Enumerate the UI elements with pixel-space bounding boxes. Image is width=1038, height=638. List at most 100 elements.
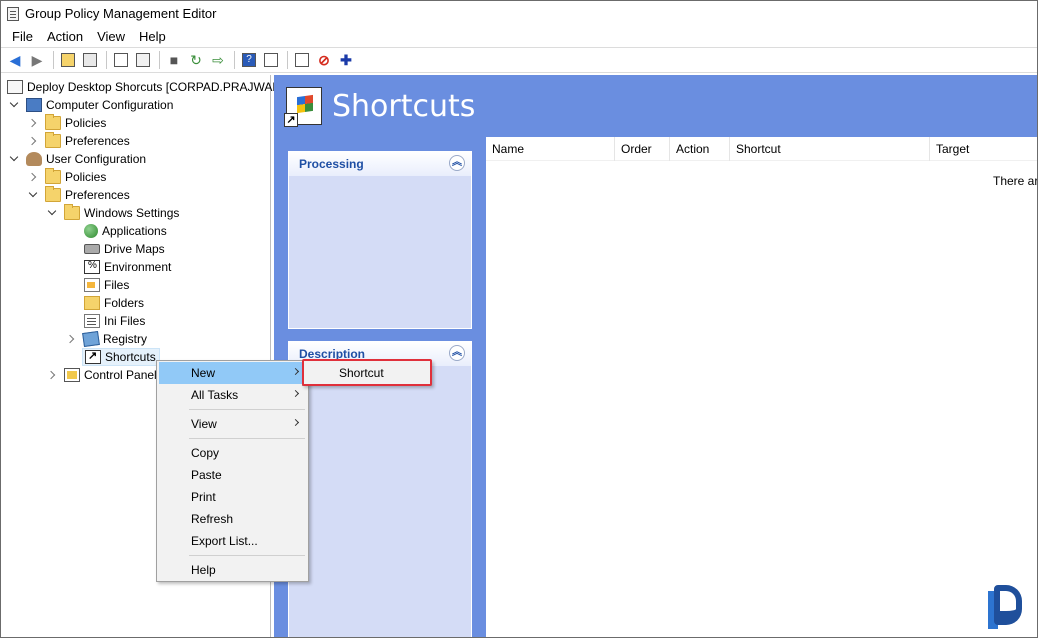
tree-uc-preferences[interactable]: Preferences [29,186,130,204]
context-menu-new[interactable]: New [159,362,306,384]
submenu-arrow-icon [291,418,300,427]
tree-ini-files[interactable]: Ini Files [84,312,145,330]
paste-icon[interactable] [133,50,153,70]
new-submenu: Shortcut [302,360,432,386]
column-header-shortcut[interactable]: Shortcut [730,137,930,161]
tree-label: Policies [65,116,107,130]
column-header-target[interactable]: Target [930,137,1037,161]
add-icon[interactable]: ✚ [336,50,356,70]
copy-icon[interactable] [111,50,131,70]
tree-folders[interactable]: Folders [84,294,144,312]
processing-panel-header[interactable]: Processing ︽ [289,152,471,176]
expander-closed-icon[interactable] [48,370,58,380]
tree-label: Drive Maps [104,242,165,256]
files-icon [84,278,100,292]
tree-computer-configuration[interactable]: Computer Configuration [10,96,173,114]
processing-panel: Processing ︽ [288,151,472,329]
context-menu-label: Paste [191,468,222,482]
submenu-arrow-icon [291,367,300,376]
tree-cc-policies[interactable]: Policies [29,114,106,132]
window-title: Group Policy Management Editor [25,6,217,21]
print-icon[interactable]: ■ [164,50,184,70]
tree-label: Folders [104,296,145,310]
app-icon [7,6,19,21]
expander-closed-icon[interactable] [67,334,77,344]
column-header-order[interactable]: Order [615,137,670,161]
submenu-shortcut[interactable]: Shortcut [305,363,429,383]
collapse-chevron-icon[interactable]: ︽ [449,155,465,171]
menu-bar: File Action View Help [1,26,1037,46]
stop-icon[interactable]: ⊘ [314,50,334,70]
show-hide-tree-icon[interactable] [80,50,100,70]
expander-closed-icon[interactable] [29,172,39,182]
forward-arrow-icon[interactable]: ▶ [27,50,47,70]
context-menu-all-tasks[interactable]: All Tasks [159,384,306,406]
menu-action[interactable]: Action [40,29,90,44]
column-header-name[interactable]: Name [486,137,615,161]
context-menu-copy[interactable]: Copy [159,442,306,464]
tree-registry[interactable]: Registry [67,330,147,348]
environment-icon [84,260,100,274]
expander-closed-icon[interactable] [29,118,39,128]
tree-label: Preferences [65,188,130,202]
tree-environment[interactable]: Environment [84,258,171,276]
new-item-icon[interactable] [292,50,312,70]
tree-label: Windows Settings [84,206,180,220]
refresh-icon[interactable]: ↻ [186,50,206,70]
menu-view[interactable]: View [90,29,132,44]
tree-drive-maps[interactable]: Drive Maps [84,240,165,258]
back-arrow-icon[interactable]: ◀ [5,50,25,70]
context-menu-label: New [191,366,216,380]
collapse-chevron-icon[interactable]: ︽ [449,345,465,361]
title-bar: Group Policy Management Editor [1,1,1037,26]
tree-user-configuration[interactable]: User Configuration [10,150,146,168]
export-icon[interactable]: ⇨ [208,50,228,70]
menu-file[interactable]: File [5,29,40,44]
expander-open-icon[interactable] [48,208,58,218]
context-menu-label: Refresh [191,512,234,526]
tree-label: Shortcuts [105,350,156,364]
help-icon[interactable]: ? [239,50,259,70]
tree-uc-policies[interactable]: Policies [29,168,106,186]
description-panel-title: Description [299,347,366,361]
expander-closed-icon[interactable] [29,136,39,146]
context-menu-view[interactable]: View [159,413,306,435]
logo-watermark [986,585,1026,629]
up-folder-icon[interactable] [58,50,78,70]
expander-open-icon[interactable] [29,190,39,200]
processing-panel-title: Processing [299,157,364,171]
tree-shortcuts[interactable]: Shortcuts [82,348,160,366]
folders-icon [84,296,100,310]
tree-files[interactable]: Files [84,276,129,294]
context-menu-label: Help [191,563,216,577]
context-menu-help[interactable]: Help [159,559,306,581]
tree-label: Policies [65,170,107,184]
context-menu-print[interactable]: Print [159,486,306,508]
column-header-action[interactable]: Action [670,137,730,161]
menu-help[interactable]: Help [132,29,173,44]
shortcuts-list[interactable]: Name Order Action Shortcut Target There … [486,137,1038,637]
context-menu-label: Print [191,490,216,504]
properties-icon[interactable] [261,50,281,70]
tree-label: User Configuration [46,152,147,166]
context-menu-label: Export List... [191,534,258,548]
tree-label: Ini Files [104,314,146,328]
folder-icon [64,204,80,220]
tree-control-panel[interactable]: Control Panel [48,366,157,384]
expander-open-icon[interactable] [10,154,20,164]
folder-icon [45,186,61,202]
tree-label: Control Panel [84,368,157,382]
tree-cc-preferences[interactable]: Preferences [29,132,130,150]
tree-root[interactable]: Deploy Desktop Shorcuts [CORPAD.PRAJWAL [7,78,279,96]
context-menu-refresh[interactable]: Refresh [159,508,306,530]
tree-windows-settings[interactable]: Windows Settings [48,204,179,222]
tree-label: Computer Configuration [46,98,174,112]
folder-icon [45,114,61,130]
tree-root-label: Deploy Desktop Shorcuts [CORPAD.PRAJWAL [27,80,280,94]
expander-open-icon[interactable] [10,100,20,110]
empty-list-message: There ar [993,174,1038,188]
context-menu-paste[interactable]: Paste [159,464,306,486]
tree-applications[interactable]: Applications [84,222,167,240]
context-menu-export-list[interactable]: Export List... [159,530,306,552]
shortcut-icon [85,349,101,364]
